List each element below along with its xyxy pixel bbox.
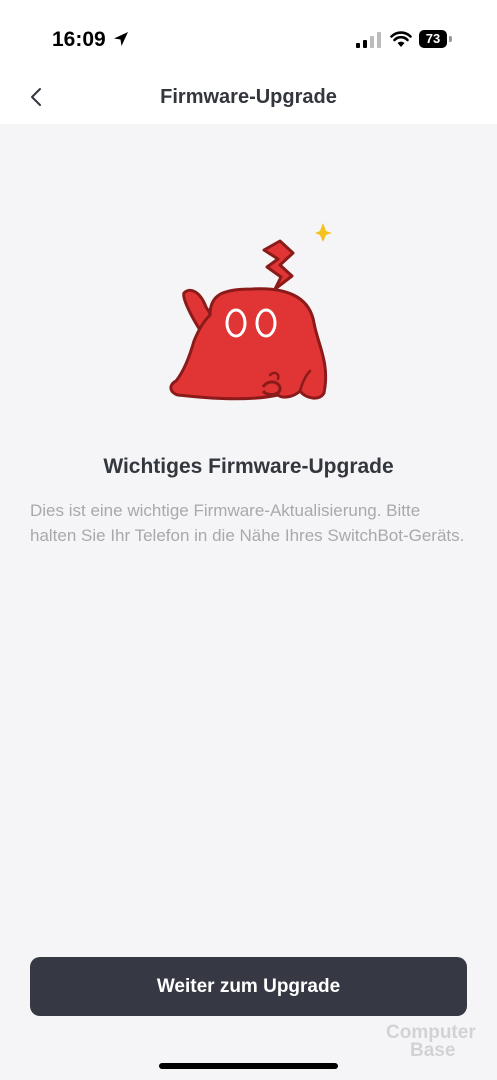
top-area: 16:09 73 Firmware-Upgrade: [0, 0, 497, 124]
watermark: Computer Base: [386, 1023, 496, 1068]
upgrade-description: Dies ist eine wichtige Firmware-Aktualis…: [30, 501, 465, 545]
battery-icon: 73: [419, 30, 453, 48]
nav-bar: Firmware-Upgrade: [0, 70, 497, 124]
status-bar: 16:09 73: [0, 0, 497, 70]
upgrade-headline: Wichtiges Firmware-Upgrade: [103, 455, 394, 478]
continue-upgrade-button[interactable]: Weiter zum Upgrade: [30, 957, 467, 1016]
battery-level: 73: [419, 30, 447, 48]
wifi-icon: [390, 31, 412, 47]
status-time: 16:09: [52, 28, 106, 51]
red-mascot-illustration: [169, 223, 332, 401]
page-title: Firmware-Upgrade: [160, 86, 337, 108]
watermark-line2: Base: [410, 1040, 456, 1061]
home-indicator[interactable]: [159, 1063, 338, 1069]
cellular-signal-icon: [356, 32, 381, 48]
location-arrow-icon: [114, 32, 128, 46]
